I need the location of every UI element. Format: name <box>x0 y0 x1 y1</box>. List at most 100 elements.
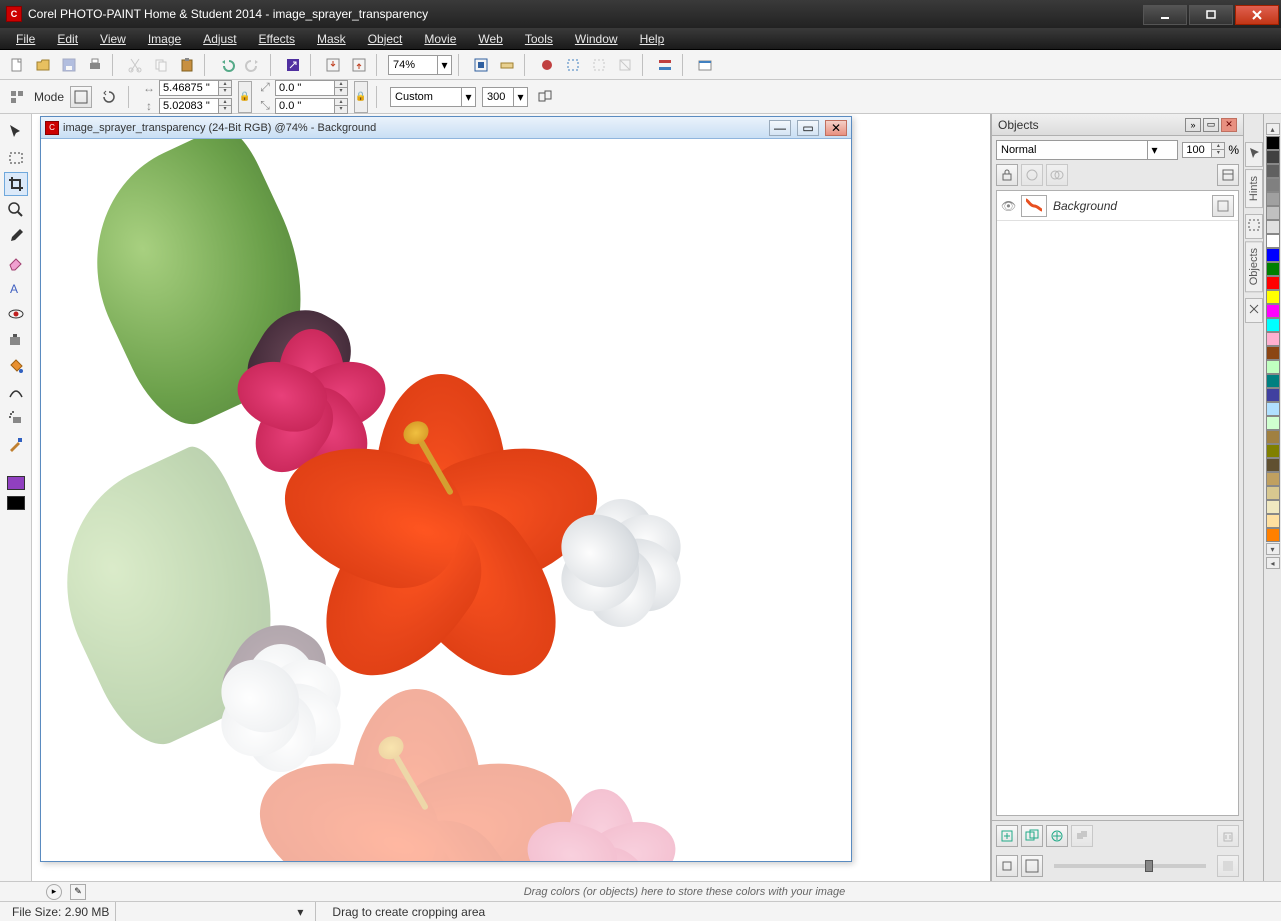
clone-tool[interactable] <box>4 328 28 352</box>
opacity-input[interactable]: ▴▾ <box>1182 142 1225 158</box>
palette-color[interactable] <box>1266 346 1280 360</box>
clear-mask-button[interactable] <box>614 54 636 76</box>
palette-color[interactable] <box>1266 290 1280 304</box>
zoom-tool[interactable] <box>4 198 28 222</box>
cut-button[interactable] <box>124 54 146 76</box>
redo-button[interactable] <box>242 54 264 76</box>
palette-color[interactable] <box>1266 248 1280 262</box>
menu-adjust[interactable]: Adjust <box>193 30 246 48</box>
preset-combo[interactable]: ▾ <box>390 87 476 107</box>
status-dropdown[interactable]: ▾ <box>126 902 316 921</box>
image-sprayer-tool[interactable] <box>4 406 28 430</box>
palette-color[interactable] <box>1266 444 1280 458</box>
dx-input[interactable]: ▴▾ <box>275 80 348 96</box>
palette-color[interactable] <box>1266 472 1280 486</box>
mode-normal-button[interactable] <box>70 86 92 108</box>
menu-file[interactable]: File <box>6 30 45 48</box>
new-button[interactable] <box>6 54 28 76</box>
palette-color[interactable] <box>1266 234 1280 248</box>
pick-tool[interactable] <box>4 120 28 144</box>
text-tool[interactable]: A <box>4 276 28 300</box>
app-launcher-button[interactable] <box>694 54 716 76</box>
palette-color[interactable] <box>1266 332 1280 346</box>
doc-maximize-button[interactable]: ▭ <box>797 120 819 136</box>
save-button[interactable] <box>58 54 80 76</box>
palette-color[interactable] <box>1266 304 1280 318</box>
lock-ratio-button[interactable]: 🔒 <box>238 81 252 113</box>
copy-button[interactable] <box>150 54 172 76</box>
background-color[interactable] <box>7 496 25 510</box>
dy-input[interactable]: ▴▾ <box>275 98 348 114</box>
hints-tab[interactable]: Hints <box>1245 169 1263 208</box>
new-clip-button[interactable] <box>1046 164 1068 186</box>
palette-color[interactable] <box>1266 136 1280 150</box>
palette-color[interactable] <box>1266 178 1280 192</box>
menu-mask[interactable]: Mask <box>307 30 356 48</box>
fullscreen-button[interactable] <box>470 54 492 76</box>
palette-eyedropper-button[interactable]: ✎ <box>70 884 86 900</box>
maximize-button[interactable] <box>1189 5 1233 25</box>
object-properties-button[interactable] <box>1217 164 1239 186</box>
doc-minimize-button[interactable]: — <box>769 120 791 136</box>
print-button[interactable] <box>84 54 106 76</box>
menu-movie[interactable]: Movie <box>414 30 466 48</box>
document-titlebar[interactable]: C image_sprayer_transparency (24-Bit RGB… <box>41 117 851 139</box>
eraser-tool[interactable] <box>4 250 28 274</box>
new-object-button[interactable] <box>996 825 1018 847</box>
fill-tool[interactable] <box>4 354 28 378</box>
zoom-input[interactable] <box>389 56 437 74</box>
menu-object[interactable]: Object <box>358 30 413 48</box>
blend-mode-combo[interactable]: ▾ <box>996 140 1178 160</box>
foreground-color[interactable] <box>7 476 25 490</box>
palette-color[interactable] <box>1266 360 1280 374</box>
palette-color[interactable] <box>1266 192 1280 206</box>
menu-window[interactable]: Window <box>565 30 628 48</box>
options-icon[interactable] <box>6 86 28 108</box>
width-input[interactable]: ▴▾ <box>159 80 232 96</box>
mask-marquee-button[interactable] <box>562 54 584 76</box>
export-button[interactable] <box>348 54 370 76</box>
palette-color[interactable] <box>1266 430 1280 444</box>
palette-color[interactable] <box>1266 528 1280 542</box>
lock-transparency-button[interactable] <box>996 164 1018 186</box>
minimize-button[interactable] <box>1143 5 1187 25</box>
height-input[interactable]: ▴▾ <box>159 98 232 114</box>
palette-color[interactable] <box>1266 318 1280 332</box>
palette-color[interactable] <box>1266 458 1280 472</box>
effect-tool[interactable] <box>4 380 28 404</box>
menu-view[interactable]: View <box>90 30 136 48</box>
dpi-combo[interactable]: ▾ <box>482 87 528 107</box>
objects-tab-icon[interactable] <box>1245 214 1263 239</box>
palette-down[interactable]: ▾ <box>1266 543 1280 555</box>
objects-docker-title[interactable]: Objects » ▭ ✕ <box>992 114 1243 136</box>
combine-button[interactable] <box>1071 825 1093 847</box>
new-lens-button[interactable] <box>1021 164 1043 186</box>
docker-collapse-button[interactable]: » <box>1185 118 1201 132</box>
crop-tool[interactable] <box>4 172 28 196</box>
close-tab-icon[interactable] <box>1245 298 1263 323</box>
palette-color[interactable] <box>1266 514 1280 528</box>
zoom-combo[interactable]: ▾ <box>388 55 452 75</box>
thumbnail-size-slider[interactable] <box>1054 864 1206 868</box>
menu-edit[interactable]: Edit <box>47 30 88 48</box>
menu-effects[interactable]: Effects <box>249 30 305 48</box>
undo-button[interactable] <box>216 54 238 76</box>
layer-name[interactable]: Background <box>1053 199 1117 213</box>
palette-color[interactable] <box>1266 150 1280 164</box>
palette-color[interactable] <box>1266 486 1280 500</box>
docker-close-button[interactable]: ✕ <box>1221 118 1237 132</box>
visibility-icon[interactable]: 👁 <box>1001 199 1015 213</box>
hints-tab-icon[interactable] <box>1245 142 1263 167</box>
docker-minimize-button[interactable]: ▭ <box>1203 118 1219 132</box>
open-button[interactable] <box>32 54 54 76</box>
palette-color[interactable] <box>1266 262 1280 276</box>
palette-color[interactable] <box>1266 276 1280 290</box>
resample-button[interactable] <box>534 86 556 108</box>
object-marquee-button[interactable] <box>588 54 610 76</box>
palette-flyout[interactable]: ◂ <box>1266 557 1280 569</box>
launch-button[interactable] <box>282 54 304 76</box>
palette-color[interactable] <box>1266 374 1280 388</box>
thumbnail-small-button[interactable] <box>996 855 1018 877</box>
palette-color[interactable] <box>1266 500 1280 514</box>
slider-end-button[interactable] <box>1217 855 1239 877</box>
